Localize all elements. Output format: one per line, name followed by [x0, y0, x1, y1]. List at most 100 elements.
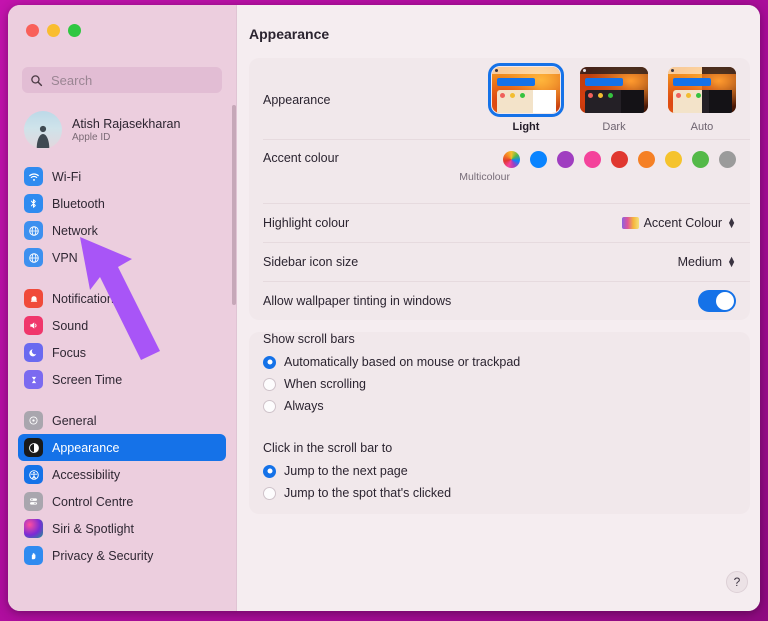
sidebar-item-privacy-and-security[interactable]: Privacy & Security: [18, 542, 226, 569]
person-silhouette-icon: [36, 125, 50, 148]
accent-swatch-purple[interactable]: [557, 151, 574, 168]
sidebar-item-network[interactable]: Network: [18, 217, 226, 244]
sidebar-item-label: Bluetooth: [52, 196, 105, 211]
radio-button[interactable]: [263, 377, 276, 391]
sidebar-item-label: Siri & Spotlight: [52, 521, 134, 536]
highlight-colour-popup[interactable]: Accent Colour ▲ ▼: [621, 215, 736, 230]
sidebar-item-notifications[interactable]: Notifications: [18, 285, 226, 312]
general-gear-icon: [24, 411, 43, 430]
sidebar-item-label: General: [52, 413, 97, 428]
search-field[interactable]: [22, 67, 222, 93]
sidebar-item-label: Sound: [52, 318, 89, 333]
theme-option-dark[interactable]: Dark: [580, 67, 648, 133]
theme-option-auto[interactable]: Auto: [668, 67, 736, 133]
show-scroll-bars-label: Show scroll bars: [263, 332, 355, 346]
sidebar-item-control-centre[interactable]: Control Centre: [18, 488, 226, 515]
wifi-icon: [24, 167, 43, 186]
sidebar-item-label: Network: [52, 223, 98, 238]
appearance-label: Appearance: [263, 93, 331, 107]
sidebar-icon-size-value: Medium: [677, 255, 723, 269]
wallpaper-tinting-row: Allow wallpaper tinting in windows: [263, 282, 736, 320]
theme-thumbnail-auto: [668, 67, 736, 113]
sound-speaker-icon: [24, 316, 43, 335]
radio-button[interactable]: [263, 486, 276, 500]
radio-button[interactable]: [263, 399, 276, 413]
accent-colour-row: Accent colour Multicolour: [263, 140, 736, 203]
accent-swatch-graphite[interactable]: [719, 151, 736, 168]
appearance-theme-row: Appearance Light Dark Auto: [263, 58, 736, 139]
sidebar-scrollbar[interactable]: [232, 105, 236, 305]
wallpaper-tinting-label: Allow wallpaper tinting in windows: [263, 294, 452, 308]
sidebar-item-siri-and-spotlight[interactable]: Siri & Spotlight: [18, 515, 226, 542]
sidebar-nav: Wi-Fi Bluetooth Network VPN Notification…: [18, 163, 226, 583]
accent-colour-caption: Multicolour: [459, 171, 510, 183]
sidebar-item-bluetooth[interactable]: Bluetooth: [18, 190, 226, 217]
sidebar-item-label: Wi-Fi: [52, 169, 82, 184]
highlight-colour-swatch: [621, 217, 639, 229]
screen-time-hourglass-icon: [24, 370, 43, 389]
accent-swatch-multicolour[interactable]: [503, 151, 520, 168]
radio-label: Always: [284, 399, 324, 413]
profile-name: Atish Rajasekharan: [72, 116, 181, 131]
radio-click-jump-to-spot[interactable]: Jump to the spot that's clicked: [263, 482, 736, 504]
sidebar-icon-size-popup[interactable]: Medium ▲ ▼: [678, 255, 736, 269]
radio-show-scrollbars-always[interactable]: Always: [263, 395, 736, 417]
notifications-bell-icon: [24, 289, 43, 308]
bluetooth-icon: [24, 194, 43, 213]
close-button[interactable]: [26, 24, 39, 37]
sidebar-item-label: VPN: [52, 250, 78, 265]
radio-show-scrollbars-automatic[interactable]: Automatically based on mouse or trackpad: [263, 351, 736, 373]
theme-thumbnail-light: [488, 63, 564, 117]
sidebar-item-label: Appearance: [52, 440, 120, 455]
sidebar-icon-size-label: Sidebar icon size: [263, 255, 359, 269]
wallpaper-tinting-toggle[interactable]: [698, 290, 736, 312]
radio-label: Jump to the spot that's clicked: [284, 486, 452, 500]
radio-label: When scrolling: [284, 377, 366, 391]
settings-scroll-area: Appearance Light Dark Auto Accent colour…: [249, 58, 750, 603]
sidebar-item-screen-time[interactable]: Screen Time: [18, 366, 226, 393]
sidebar-item-sound[interactable]: Sound: [18, 312, 226, 339]
sidebar-item-general[interactable]: General: [18, 407, 226, 434]
sidebar-item-label: Privacy & Security: [52, 548, 154, 563]
sidebar-group-personal: General Appearance Accessibility Control…: [18, 407, 226, 569]
accent-swatch-orange[interactable]: [638, 151, 655, 168]
radio-click-jump-next-page[interactable]: Jump to the next page: [263, 460, 736, 482]
sidebar-item-appearance[interactable]: Appearance: [18, 434, 226, 461]
radio-button[interactable]: [263, 355, 276, 369]
system-settings-window: Atish Rajasekharan Apple ID Wi-Fi: [8, 5, 760, 611]
page-title: Appearance: [249, 26, 330, 42]
chevron-updown-icon: ▲ ▼: [727, 215, 736, 230]
chevron-updown-icon: ▲ ▼: [727, 254, 736, 269]
theme-option-light[interactable]: Light: [488, 63, 564, 133]
help-button[interactable]: ?: [726, 571, 748, 593]
sidebar-item-accessibility[interactable]: Accessibility: [18, 461, 226, 488]
search-input[interactable]: [49, 71, 214, 89]
theme-label: Light: [512, 121, 540, 133]
sidebar-icon-size-row: Sidebar icon size Medium ▲ ▼: [263, 243, 736, 281]
window-traffic-lights: [26, 24, 81, 37]
theme-thumbnail-dark: [580, 67, 648, 113]
sidebar: Atish Rajasekharan Apple ID Wi-Fi: [8, 5, 237, 611]
accent-swatch-yellow[interactable]: [665, 151, 682, 168]
zoom-button[interactable]: [68, 24, 81, 37]
sidebar-item-vpn[interactable]: VPN: [18, 244, 226, 271]
accent-swatch-green[interactable]: [692, 151, 709, 168]
sidebar-item-label: Accessibility: [52, 467, 121, 482]
accent-swatch-pink[interactable]: [584, 151, 601, 168]
privacy-hand-icon: [24, 546, 43, 565]
sidebar-item-focus[interactable]: Focus: [18, 339, 226, 366]
radio-show-scrollbars-when-scrolling[interactable]: When scrolling: [263, 373, 736, 395]
radio-label: Jump to the next page: [284, 464, 408, 478]
theme-label: Dark: [602, 121, 626, 133]
accent-swatch-red[interactable]: [611, 151, 628, 168]
radio-button[interactable]: [263, 464, 276, 478]
siri-icon: [24, 519, 43, 538]
sidebar-item-wi-fi[interactable]: Wi-Fi: [18, 163, 226, 190]
minimise-button[interactable]: [47, 24, 60, 37]
appearance-contrast-icon: [24, 438, 43, 457]
appearance-settings-card: Appearance Light Dark Auto Accent colour…: [249, 58, 750, 320]
accent-swatch-blue[interactable]: [530, 151, 547, 168]
profile-subtitle: Apple ID: [72, 131, 111, 143]
theme-options: Light Dark Auto: [488, 63, 736, 133]
apple-id-profile-row[interactable]: Atish Rajasekharan Apple ID: [20, 107, 224, 153]
